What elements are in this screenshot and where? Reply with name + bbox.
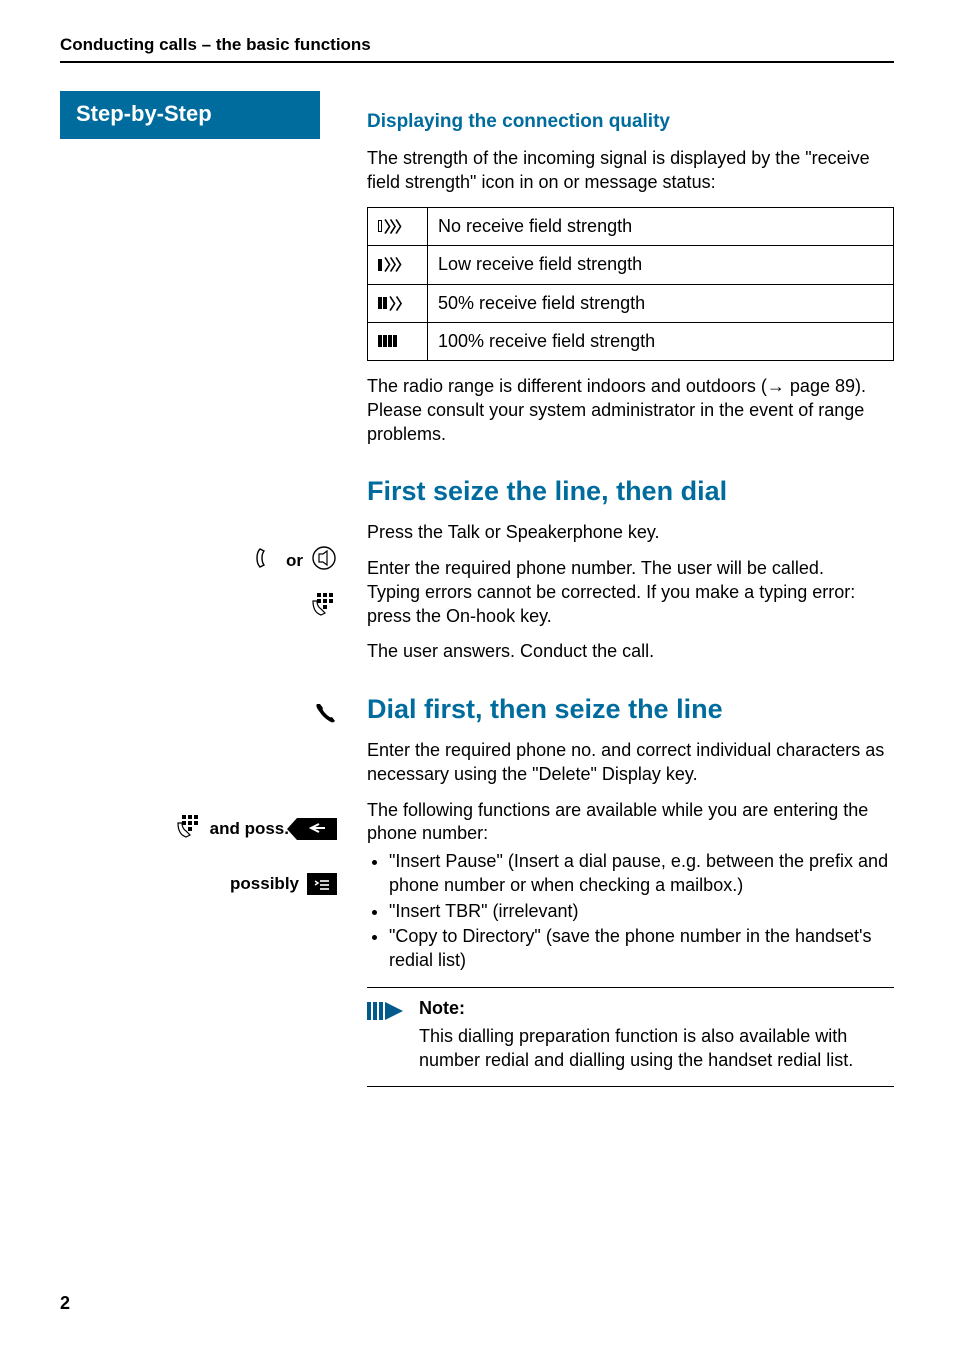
step-press-talk: Press the Talk or Speakerphone key. (367, 521, 894, 545)
or-label: or (286, 551, 303, 571)
intro-para: The strength of the incoming signal is d… (367, 147, 894, 195)
heading-connection-quality: Displaying the connection quality (367, 111, 894, 133)
table-row: 100% receive field strength (368, 323, 894, 361)
step-enter-correct: Enter the required phone no. and correct… (367, 739, 894, 787)
signal-label: 50% receive field strength (428, 284, 894, 323)
table-row: 〉〉 50% receive field strength (368, 284, 894, 323)
keypad-delete-anno: and poss. (176, 813, 337, 844)
page-number: 2 (60, 1293, 70, 1314)
list-item: "Copy to Directory" (save the phone numb… (389, 925, 894, 973)
signal-1-icon: 〉〉〉 (368, 246, 428, 285)
table-row: 〉〉〉 No receive field strength (368, 207, 894, 246)
list-item: "Insert TBR" (irrelevant) (389, 900, 894, 924)
heading-seize-then-dial: First seize the line, then dial (367, 476, 894, 507)
table-row: 〉〉〉 Low receive field strength (368, 246, 894, 285)
step-user-answers: The user answers. Conduct the call. (367, 640, 894, 664)
running-head: Conducting calls – the basic functions (60, 35, 894, 63)
delete-key-icon (297, 818, 337, 840)
step-by-step-badge: Step-by-Step (60, 91, 320, 139)
in-call-anno (313, 701, 337, 732)
signal-0-icon: 〉〉〉 (368, 207, 428, 246)
signal-label: 100% receive field strength (428, 323, 894, 361)
function-list: "Insert Pause" (Insert a dial pause, e.g… (367, 850, 894, 973)
note-box: Note: This dialling preparation function… (367, 987, 894, 1088)
heading-dial-then-seize: Dial first, then seize the line (367, 694, 894, 725)
list-item: "Insert Pause" (Insert a dial pause, e.g… (389, 850, 894, 898)
signal-label: Low receive field strength (428, 246, 894, 285)
signal-strength-table: 〉〉〉 No receive field strength 〉〉〉 Low re… (367, 207, 894, 362)
keypad-anno-1 (311, 591, 337, 622)
step-functions-intro: The following functions are available wh… (367, 799, 894, 847)
talk-key-icon (254, 546, 278, 575)
menu-key-icon (307, 873, 337, 895)
speakerphone-key-icon (311, 545, 337, 576)
signal-3-icon (368, 323, 428, 361)
keypad-icon (176, 813, 202, 844)
signal-label: No receive field strength (428, 207, 894, 246)
step-enter-number: Enter the required phone number. The use… (367, 557, 894, 628)
keypad-icon (311, 591, 337, 622)
note-icon (367, 998, 405, 1027)
handset-icon (313, 701, 337, 732)
talk-or-speaker-anno: or (254, 545, 337, 576)
note-body: This dialling preparation function is al… (419, 1025, 878, 1073)
possibly-label: possibly (230, 874, 299, 894)
page-ref-link[interactable]: → page 89 (767, 376, 855, 396)
range-para: The radio range is different indoors and… (367, 375, 894, 446)
and-poss-label: and poss. (210, 819, 289, 839)
note-title: Note: (419, 998, 878, 1019)
possibly-menu-anno: possibly (230, 873, 337, 895)
signal-2-icon: 〉〉 (368, 284, 428, 323)
